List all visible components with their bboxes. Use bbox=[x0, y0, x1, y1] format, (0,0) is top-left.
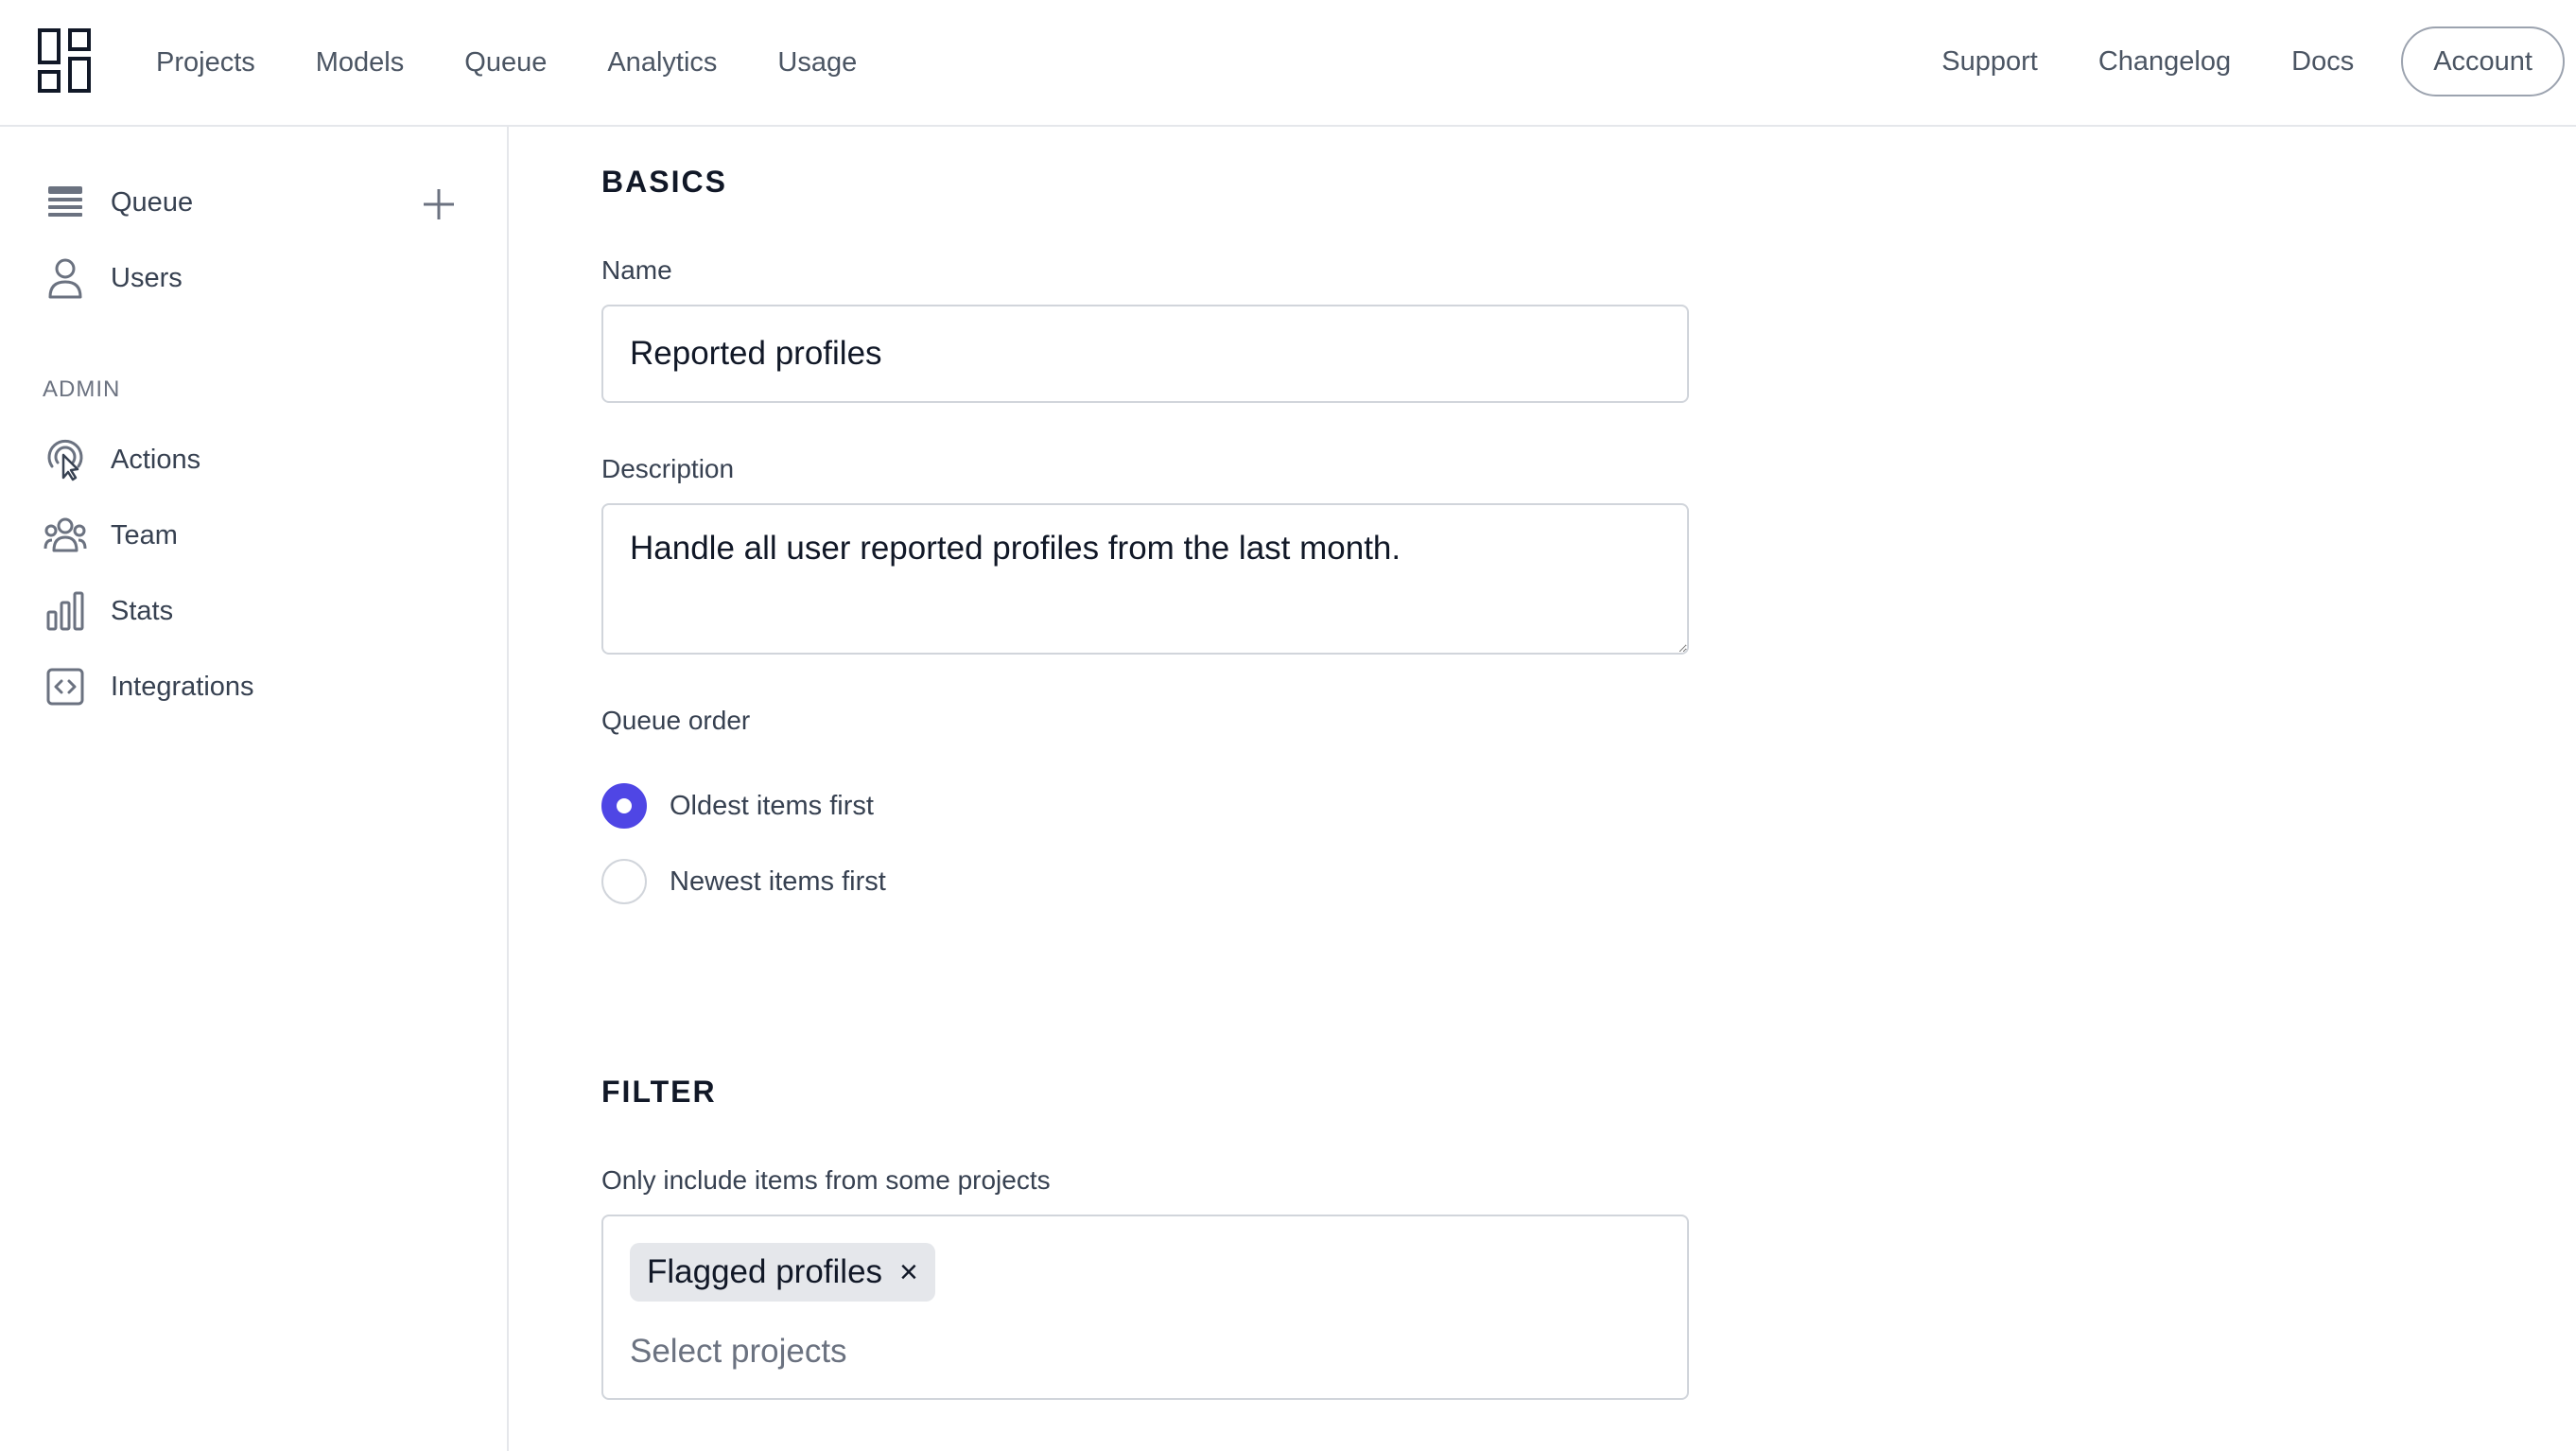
description-textarea[interactable]: Handle all user reported profiles from t… bbox=[601, 503, 1689, 655]
basics-section-title: BASICS bbox=[601, 165, 727, 199]
code-icon bbox=[42, 663, 89, 710]
plus-icon bbox=[424, 189, 454, 219]
top-links: Support Changelog Docs Account bbox=[1941, 0, 2565, 123]
description-label: Description bbox=[601, 454, 735, 483]
nav-models[interactable]: Models bbox=[316, 47, 405, 79]
bar-chart-icon bbox=[42, 587, 89, 635]
admin-heading: ADMIN bbox=[43, 376, 121, 402]
sidebar-item-users[interactable]: Users bbox=[42, 252, 183, 305]
queue-icon bbox=[42, 179, 89, 226]
nav-usage[interactable]: Usage bbox=[777, 47, 857, 79]
logo-icon[interactable] bbox=[38, 28, 91, 93]
radio-oldest-first[interactable]: Oldest items first bbox=[601, 782, 874, 830]
name-input[interactable] bbox=[601, 305, 1689, 403]
sidebar-item-label: Actions bbox=[111, 444, 201, 475]
radio-button-unchecked[interactable] bbox=[601, 859, 647, 904]
sidebar-item-team[interactable]: Team bbox=[42, 509, 178, 562]
sidebar-item-actions[interactable]: Actions bbox=[42, 433, 200, 486]
top-nav: Projects Models Queue Analytics Usage bbox=[156, 0, 857, 125]
sidebar-item-label: Users bbox=[111, 262, 183, 293]
nav-projects[interactable]: Projects bbox=[156, 47, 255, 79]
chip-label: Flagged profiles bbox=[647, 1253, 883, 1290]
link-changelog[interactable]: Changelog bbox=[2098, 46, 2231, 78]
user-icon bbox=[42, 254, 89, 302]
add-queue-button[interactable] bbox=[416, 182, 461, 227]
radio-label: Newest items first bbox=[670, 865, 886, 897]
team-icon bbox=[42, 512, 89, 559]
sidebar-item-integrations[interactable]: Integrations bbox=[42, 660, 254, 713]
name-label: Name bbox=[601, 255, 672, 285]
link-support[interactable]: Support bbox=[1941, 46, 2038, 78]
sidebar: Queue Users ADMIN Actions Team Stats Int… bbox=[0, 127, 509, 1451]
nav-analytics[interactable]: Analytics bbox=[607, 47, 717, 79]
queue-order-label: Queue order bbox=[601, 706, 751, 735]
nav-queue[interactable]: Queue bbox=[464, 47, 547, 79]
radio-label: Oldest items first bbox=[670, 790, 874, 821]
remove-chip-icon[interactable]: × bbox=[899, 1256, 918, 1288]
sidebar-item-label: Stats bbox=[111, 595, 174, 626]
account-button[interactable]: Account bbox=[2401, 26, 2565, 96]
sidebar-item-label: Integrations bbox=[111, 671, 254, 702]
sidebar-item-stats[interactable]: Stats bbox=[42, 585, 173, 638]
cursor-click-icon bbox=[42, 436, 89, 483]
sidebar-item-queue[interactable]: Queue bbox=[42, 176, 193, 229]
project-chip: Flagged profiles × bbox=[630, 1243, 935, 1302]
link-docs[interactable]: Docs bbox=[2291, 46, 2354, 78]
top-bar: Projects Models Queue Analytics Usage Su… bbox=[0, 0, 2576, 127]
radio-button-checked[interactable] bbox=[601, 783, 647, 829]
projects-multiselect[interactable]: Flagged profiles × bbox=[601, 1215, 1689, 1400]
filter-section-title: FILTER bbox=[601, 1075, 717, 1109]
radio-newest-first[interactable]: Newest items first bbox=[601, 858, 886, 905]
sidebar-item-label: Team bbox=[111, 519, 178, 551]
projects-label: Only include items from some projects bbox=[601, 1165, 1051, 1195]
project-search-input[interactable] bbox=[630, 1328, 1197, 1375]
sidebar-item-label: Queue bbox=[111, 186, 194, 218]
